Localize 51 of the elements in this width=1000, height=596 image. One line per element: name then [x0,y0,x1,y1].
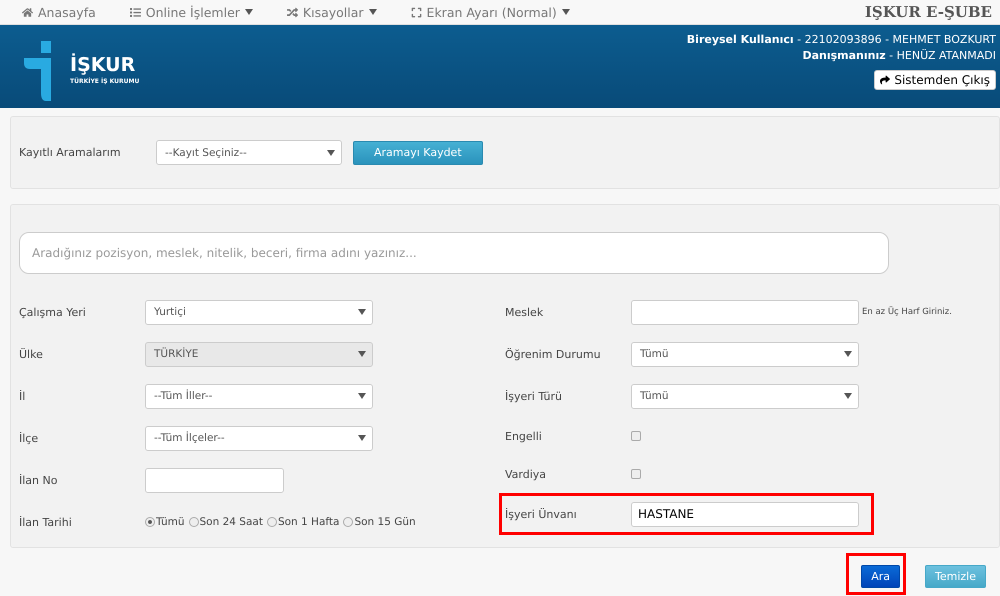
input-field[interactable] [631,300,859,324]
select-field[interactable]: Yurtiçi [145,300,373,324]
field-label: Ülke [19,348,44,360]
caret-icon [844,351,852,357]
radio-option[interactable]: Son 15 Gün [343,516,416,528]
search-field[interactable]: Aradığınız pozisyon, meslek, nitelik, beceri, firma adını yazınız... [19,232,889,274]
advisor-info: Danışmanınız - HENÜZ ATANMADI [802,49,996,62]
nav-item[interactable]: Online İşlemler [130,4,253,20]
nav-item[interactable]: Ekran Ayarı (Normal) [410,4,570,20]
radio-option[interactable]: Tümü [145,516,185,528]
field-label: Öğrenim Durumu [505,348,602,360]
caret-icon [358,435,366,441]
checkbox[interactable] [631,431,641,441]
select-field[interactable]: Tümü [631,342,859,366]
field-label: Çalışma Yeri [19,306,87,318]
list-icon [130,6,141,18]
input-field[interactable]: HASTANE [631,502,859,526]
field-label: İşyeri Ünvanı [505,508,578,520]
caret-icon [358,393,366,399]
field-label: Vardiya [505,468,548,480]
select-field[interactable]: Tümü [631,384,859,408]
field-label: İlan Tarihi [19,516,73,528]
caret-icon [358,309,366,315]
caret-icon [327,150,335,156]
nav-item[interactable]: Anasayfa [22,4,96,20]
user-info: Bireysel Kullanıcı - 22102093896 - MEHMET BOZKURT [686,33,996,46]
site-title: IŞKUR E-ŞUBE [864,3,992,21]
field-label: Meslek [505,306,544,318]
action-button[interactable]: Ara [861,565,900,588]
radio-option[interactable]: Son 24 Saat [188,516,263,528]
home-icon [22,6,33,18]
hint-text: En az Üç Harf Giriniz. [862,307,952,317]
shuffle-icon [286,6,298,18]
caret-icon [358,351,366,357]
share-arrow-icon [880,75,890,85]
select-field[interactable]: --Tüm İlçeler-- [145,426,373,450]
field-label: Engelli [505,430,543,442]
field-label: İlçe [19,432,40,444]
field-label: İşyeri Türü [505,390,564,402]
expand-icon [410,6,422,18]
field-label: İl [19,390,26,402]
checkbox[interactable] [631,469,641,479]
select-field[interactable]: --Kayıt Seçiniz-- [156,140,342,165]
nav-item[interactable]: Kısayollar [286,4,377,20]
input-field[interactable] [145,468,284,492]
logout-button[interactable]: Sistemden Çıkış [874,70,996,90]
select-field[interactable]: --Tüm İller-- [145,384,373,408]
caret-icon [844,393,852,399]
field-label: Kayıtlı Aramalarım [19,146,122,159]
field-label: İlan No [19,474,58,486]
radio-option[interactable]: Son 1 Hafta [266,516,340,528]
